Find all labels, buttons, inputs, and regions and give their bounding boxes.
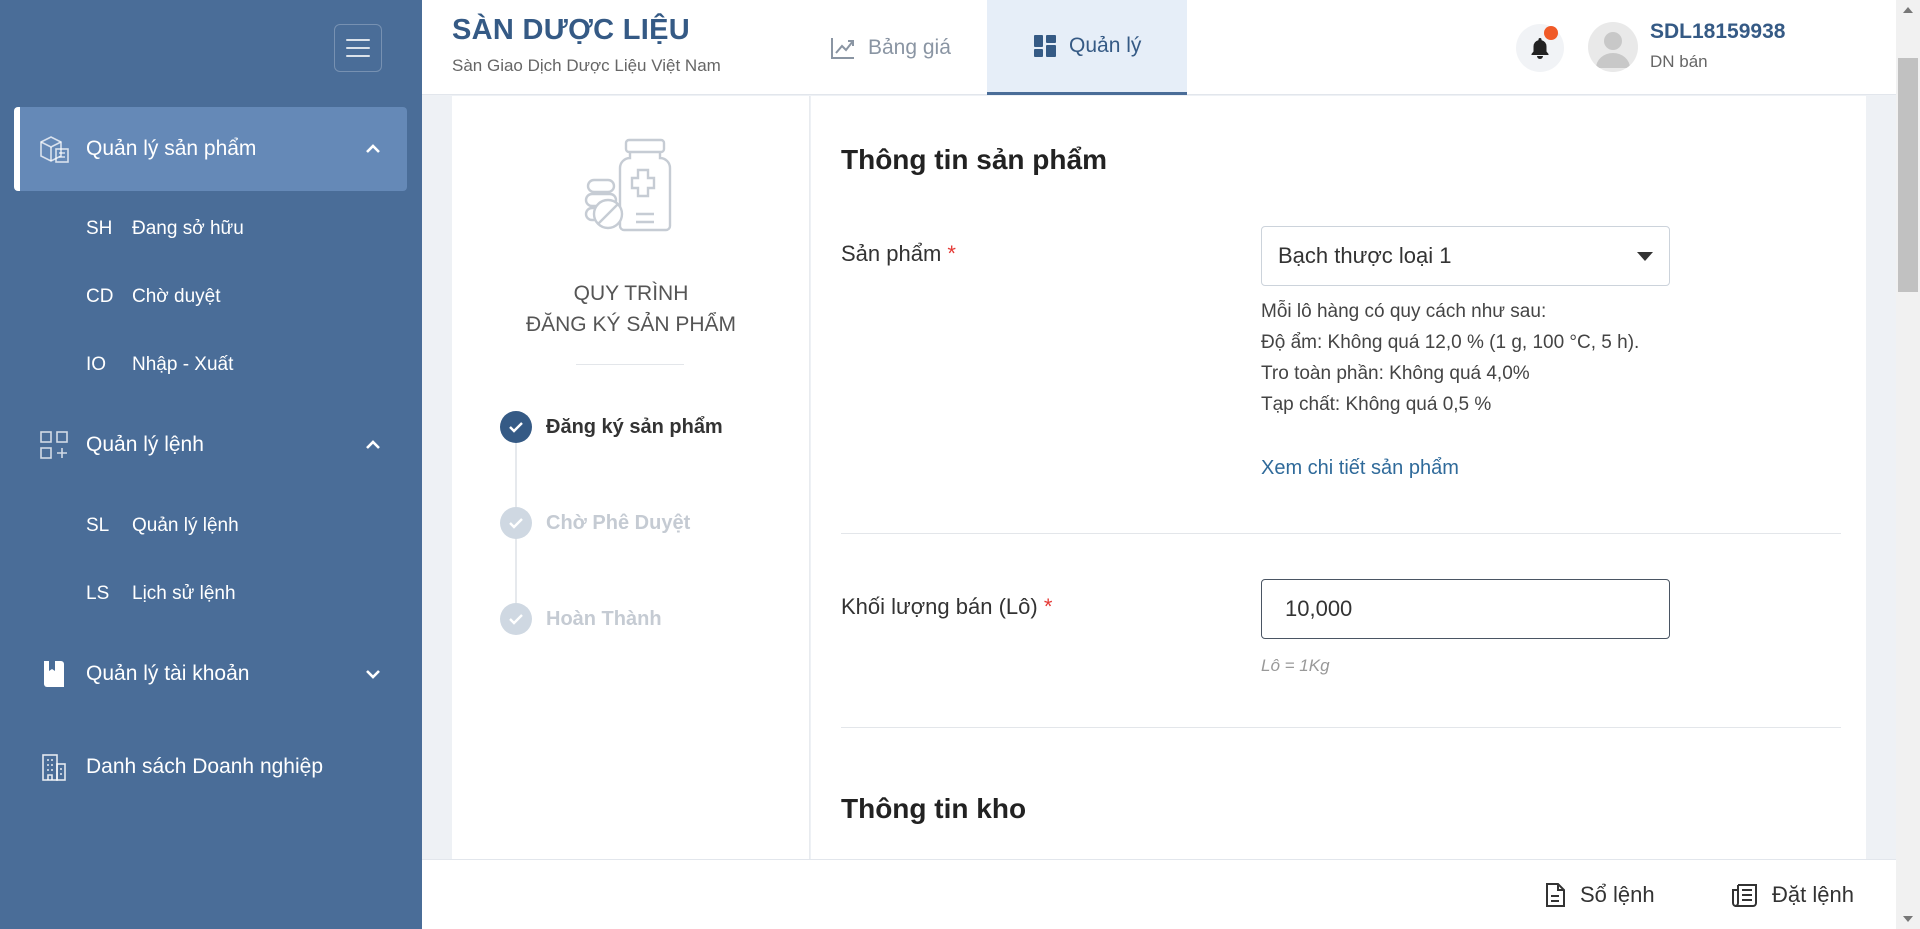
- dashboard-icon: [1033, 34, 1057, 58]
- user-avatar-icon: [1596, 32, 1630, 68]
- check-icon: [500, 603, 532, 635]
- bottom-action-bar: Sổ lệnh Đặt lệnh: [422, 859, 1896, 929]
- sidebar-group-orders[interactable]: Quản lý lệnh: [14, 403, 407, 487]
- sidebar-item-abbr: CD: [86, 286, 114, 307]
- chevron-up-icon[interactable]: [361, 137, 385, 161]
- sidebar-group-products[interactable]: Quản lý sản phẩm: [14, 107, 407, 191]
- step-register: Đăng ký sản phẩm: [500, 411, 723, 443]
- process-title-line: ĐĂNG KÝ SẢN PHẨM: [525, 313, 737, 336]
- check-icon: [500, 411, 532, 443]
- step-pending-approval: Chờ Phê Duyệt: [500, 507, 690, 539]
- sidebar-item-abbr: LS: [86, 583, 110, 604]
- product-field-label: Sản phẩm *: [841, 241, 956, 267]
- process-title: QUY TRÌNH ĐĂNG KÝ SẢN PHẨM: [452, 278, 810, 340]
- quantity-hint: Lô = 1Kg: [1261, 656, 1330, 675]
- sidebar-item-import-export[interactable]: IO Nhập - Xuất: [86, 345, 233, 385]
- step-label: Chờ Phê Duyệt: [546, 511, 691, 534]
- product-section-title: Thông tin sản phẩm: [841, 144, 1107, 175]
- product-form: Thông tin sản phẩm Sản phẩm * Bạch thược…: [811, 96, 1866, 859]
- menu-toggle-button[interactable]: [334, 24, 382, 72]
- warehouse-section-title: Thông tin kho: [841, 793, 1027, 824]
- tab-price-board[interactable]: Bảng giá: [810, 0, 1010, 95]
- sidebar-item-pending[interactable]: CD Chờ duyệt: [86, 277, 221, 317]
- order-book-button[interactable]: Sổ lệnh: [1544, 878, 1655, 912]
- brand-subtitle: Sàn Giao Dịch Dược Liệu Việt Nam: [452, 56, 721, 75]
- hamburger-icon: [346, 39, 370, 57]
- medicine-bottle-icon: [582, 138, 680, 243]
- quantity-value: 10,000: [1285, 596, 1353, 621]
- quantity-field-label: Khối lượng bán (Lô) *: [841, 594, 1052, 620]
- spec-line: Mỗi lô hàng có quy cách như sau:: [1261, 301, 1547, 322]
- step-label: Đăng ký sản phẩm: [546, 415, 723, 438]
- notification-dot: [1544, 26, 1558, 40]
- sidebar-item-label: Quản lý lệnh: [132, 515, 239, 536]
- chevron-up-icon[interactable]: [361, 433, 385, 457]
- sidebar-item-abbr: SL: [86, 515, 110, 536]
- product-select-value: Bạch thược loại 1: [1278, 243, 1452, 268]
- notification-button[interactable]: [1516, 24, 1564, 72]
- tab-management[interactable]: Quản lý: [987, 0, 1187, 95]
- sidebar-item-order-history[interactable]: LS Lịch sử lệnh: [86, 574, 236, 614]
- registration-process-panel: QUY TRÌNH ĐĂNG KÝ SẢN PHẨM Đăng ký sản p…: [452, 96, 810, 859]
- sidebar-group-account[interactable]: Quản lý tài khoản: [14, 632, 407, 716]
- scroll-up-arrow-icon[interactable]: [1896, 0, 1920, 20]
- product-select[interactable]: Bạch thược loại 1: [1261, 226, 1670, 286]
- user-role: DN bán: [1650, 52, 1708, 71]
- chart-line-icon: [830, 36, 856, 60]
- place-order-button[interactable]: Đặt lệnh: [1732, 878, 1854, 912]
- step-label: Hoàn Thành: [546, 607, 662, 630]
- step-complete: Hoàn Thành: [500, 603, 662, 635]
- sidebar: Quản lý sản phẩm SH Đang sở hữu CD Chờ d…: [0, 0, 422, 929]
- process-title-line: QUY TRÌNH: [573, 282, 689, 305]
- label-text: Sản phẩm: [841, 241, 942, 266]
- scroll-thumb[interactable]: [1898, 58, 1918, 292]
- sidebar-item-abbr: IO: [86, 354, 107, 375]
- building-icon: [34, 747, 74, 787]
- divider: [841, 727, 1841, 728]
- order-book-label: Sổ lệnh: [1580, 882, 1655, 907]
- top-header: SÀN DƯỢC LIỆU Sàn Giao Dịch Dược Liệu Vi…: [422, 0, 1896, 95]
- sidebar-item-abbr: SH: [86, 218, 113, 239]
- spec-line: Tạp chất: Không quá 0,5 %: [1261, 394, 1492, 415]
- place-order-label: Đặt lệnh: [1772, 882, 1854, 907]
- caret-down-icon: [1637, 252, 1653, 261]
- sidebar-item-label: Lịch sử lệnh: [132, 583, 236, 604]
- product-detail-link[interactable]: Xem chi tiết sản phẩm: [1261, 457, 1459, 480]
- sidebar-item-order-management[interactable]: SL Quản lý lệnh: [86, 506, 239, 546]
- product-spec: Mỗi lô hàng có quy cách như sau: Độ ẩm: …: [1261, 296, 1681, 420]
- required-mark: *: [947, 241, 956, 266]
- grid-add-icon: [34, 425, 74, 465]
- check-icon: [500, 507, 532, 539]
- document-icon: [1544, 882, 1566, 908]
- user-name[interactable]: SDL18159938: [1650, 20, 1785, 44]
- avatar[interactable]: [1588, 22, 1638, 72]
- tab-label: Quản lý: [1069, 34, 1142, 57]
- page-scrollbar[interactable]: [1896, 0, 1920, 929]
- sidebar-group-enterprises[interactable]: Danh sách Doanh nghiệp: [14, 725, 407, 809]
- spec-line: Tro toàn phần: Không quá 4,0%: [1261, 363, 1530, 384]
- sidebar-item-label: Nhập - Xuất: [132, 354, 234, 375]
- sidebar-group-label: Quản lý sản phẩm: [86, 137, 257, 160]
- sidebar-item-label: Đang sở hữu: [132, 218, 244, 239]
- sidebar-group-label: Quản lý lệnh: [86, 433, 204, 456]
- spec-line: Độ ẩm: Không quá 12,0 % (1 g, 100 °C, 5 …: [1261, 332, 1640, 353]
- scroll-down-arrow-icon[interactable]: [1896, 909, 1920, 929]
- account-book-icon: [34, 654, 74, 694]
- product-box-icon: [34, 129, 74, 169]
- sidebar-item-label: Chờ duyệt: [132, 286, 221, 307]
- sidebar-item-owned[interactable]: SH Đang sở hữu: [86, 209, 244, 249]
- label-text: Khối lượng bán (Lô): [841, 594, 1038, 619]
- divider: [841, 533, 1841, 534]
- required-mark: *: [1043, 594, 1053, 619]
- sidebar-group-label: Danh sách Doanh nghiệp: [86, 755, 324, 778]
- sidebar-group-label: Quản lý tài khoản: [86, 662, 250, 685]
- newspaper-icon: [1732, 882, 1758, 908]
- chevron-down-icon[interactable]: [361, 662, 385, 686]
- tab-label: Bảng giá: [868, 35, 951, 59]
- brand-title: SÀN DƯỢC LIỆU: [452, 14, 690, 46]
- quantity-input[interactable]: 10,000: [1261, 579, 1670, 639]
- divider: [576, 364, 684, 365]
